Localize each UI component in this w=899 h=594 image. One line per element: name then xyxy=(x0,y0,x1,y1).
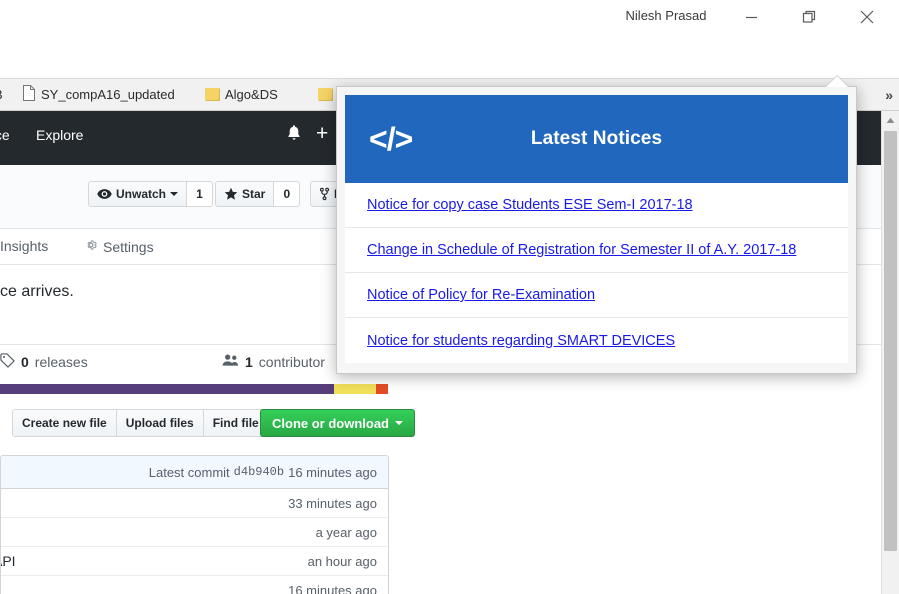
notice-link[interactable]: Notice for copy case Students ESE Sem-I … xyxy=(367,197,693,213)
file-time: 33 minutes ago xyxy=(288,495,377,511)
contributors-link[interactable]: 1 contributor xyxy=(222,353,325,370)
notifications-bell-icon[interactable] xyxy=(286,124,302,147)
contributors-count: 1 xyxy=(245,353,253,370)
fork-icon xyxy=(319,187,330,201)
file-time: an hour ago xyxy=(307,553,377,569)
bookmark-item[interactable]: B xyxy=(0,79,12,110)
clone-label: Clone or download xyxy=(272,415,389,431)
language-segment-html xyxy=(376,384,388,394)
file-icon xyxy=(22,85,36,104)
table-row[interactable]: a year ago xyxy=(1,518,388,547)
browser-toolbar: { } xyxy=(0,38,899,110)
latest-commit-prefix: Latest commit xyxy=(148,464,230,480)
watch-button-group[interactable]: Unwatch 1 xyxy=(88,181,214,207)
tag-icon xyxy=(0,353,15,371)
popup-arrow xyxy=(826,76,848,87)
window-title: Nilesh Prasad xyxy=(625,8,707,23)
scrollbar-thumb[interactable] xyxy=(884,131,897,551)
bookmark-folder-algo-ds[interactable]: Algo&DS xyxy=(205,79,305,110)
table-row[interactable]: API an hour ago xyxy=(1,547,388,576)
minimize-button[interactable] xyxy=(728,0,774,34)
people-icon xyxy=(222,353,239,370)
tab-settings[interactable]: Settings xyxy=(84,238,154,255)
create-new-file-button[interactable]: Create new file xyxy=(12,409,117,437)
upload-files-button[interactable]: Upload files xyxy=(116,409,204,437)
folder-icon xyxy=(318,88,333,101)
star-icon xyxy=(224,187,238,200)
clone-or-download-button[interactable]: Clone or download xyxy=(260,409,415,437)
star-button[interactable]: Star xyxy=(215,181,275,207)
language-bar xyxy=(0,384,388,394)
commit-time: 16 minutes ago xyxy=(288,464,377,480)
bookmark-label: Algo&DS xyxy=(225,87,278,102)
tab-settings-label: Settings xyxy=(103,238,154,255)
notice-link[interactable]: Notice for students regarding SMART DEVI… xyxy=(367,333,675,349)
releases-count: 0 xyxy=(21,354,29,370)
folder-icon xyxy=(205,88,220,101)
list-item[interactable]: Notice for copy case Students ESE Sem-I … xyxy=(345,183,848,228)
nav-explore[interactable]: Explore xyxy=(36,127,83,143)
language-segment-javascript xyxy=(333,384,377,394)
star-count[interactable]: 0 xyxy=(274,181,301,207)
repo-description: ce arrives. xyxy=(0,283,74,300)
star-button-group[interactable]: Star 0 xyxy=(215,181,301,207)
watch-count[interactable]: 1 xyxy=(187,181,214,207)
latest-commit-bar: Latest commit d4b940b 16 minutes ago xyxy=(1,456,388,489)
star-label: Star xyxy=(242,187,266,201)
notice-link[interactable]: Notice of Policy for Re-Examination xyxy=(367,287,595,303)
file-actions-toolbar: Create new file Upload files Find file C… xyxy=(0,409,415,443)
browser-window: Nilesh Prasad SY_compA16_updated Algo&DS… xyxy=(0,0,899,594)
list-item[interactable]: Change in Schedule of Registration for S… xyxy=(345,228,848,273)
language-segment-css xyxy=(0,384,334,394)
chevron-down-icon xyxy=(170,192,179,196)
title-bar: Nilesh Prasad xyxy=(0,0,899,38)
list-item[interactable]: Notice for students regarding SMART DEVI… xyxy=(345,318,848,363)
notice-list: Notice for copy case Students ESE Sem-I … xyxy=(337,183,856,373)
bookmark-label: SY_compA16_updated xyxy=(41,87,175,102)
nav-marketplace[interactable]: lace xyxy=(0,127,10,143)
bookmarks-overflow-icon[interactable]: » xyxy=(885,79,893,110)
file-list-table: Latest commit d4b940b 16 minutes ago 33 … xyxy=(0,455,389,594)
find-file-button[interactable]: Find file xyxy=(203,409,269,437)
close-button[interactable] xyxy=(844,0,890,34)
gear-icon xyxy=(84,238,98,255)
latest-notices-popup: </> Latest Notices Notice for copy case … xyxy=(336,86,857,374)
contributors-label: contributor xyxy=(258,353,325,370)
page-scrollbar[interactable] xyxy=(881,111,899,594)
releases-link[interactable]: 0 releases xyxy=(0,353,88,371)
table-row[interactable]: 16 minutes ago xyxy=(1,576,388,594)
popup-title: Latest Notices xyxy=(530,128,663,149)
code-brackets-icon: </> xyxy=(369,120,413,157)
unwatch-button[interactable]: Unwatch xyxy=(88,181,188,207)
chevron-down-icon xyxy=(395,421,403,425)
file-name[interactable]: API xyxy=(1,553,16,569)
maximize-button[interactable] xyxy=(786,0,832,34)
releases-label: releases xyxy=(34,354,88,370)
tab-insights[interactable]: Insights xyxy=(0,238,48,254)
tab-insights-label: Insights xyxy=(0,238,49,254)
notice-link[interactable]: Change in Schedule of Registration for S… xyxy=(367,242,796,258)
file-buttons-group[interactable]: Create new file Upload files Find file xyxy=(12,409,269,437)
popup-header: </> Latest Notices xyxy=(345,95,848,183)
scroll-up-arrow-icon[interactable] xyxy=(882,111,899,129)
file-time: 16 minutes ago xyxy=(288,582,377,594)
commit-sha[interactable]: d4b940b xyxy=(234,465,284,479)
create-new-plus-icon[interactable]: + xyxy=(316,123,328,144)
bookmark-item-sy-compa16[interactable]: SY_compA16_updated xyxy=(22,79,192,110)
eye-icon xyxy=(97,189,112,199)
table-row[interactable]: 33 minutes ago xyxy=(1,489,388,518)
list-item[interactable]: Notice of Policy for Re-Examination xyxy=(345,273,848,318)
file-time: a year ago xyxy=(315,524,377,540)
bookmark-label: B xyxy=(0,87,3,102)
unwatch-label: Unwatch xyxy=(116,187,167,201)
